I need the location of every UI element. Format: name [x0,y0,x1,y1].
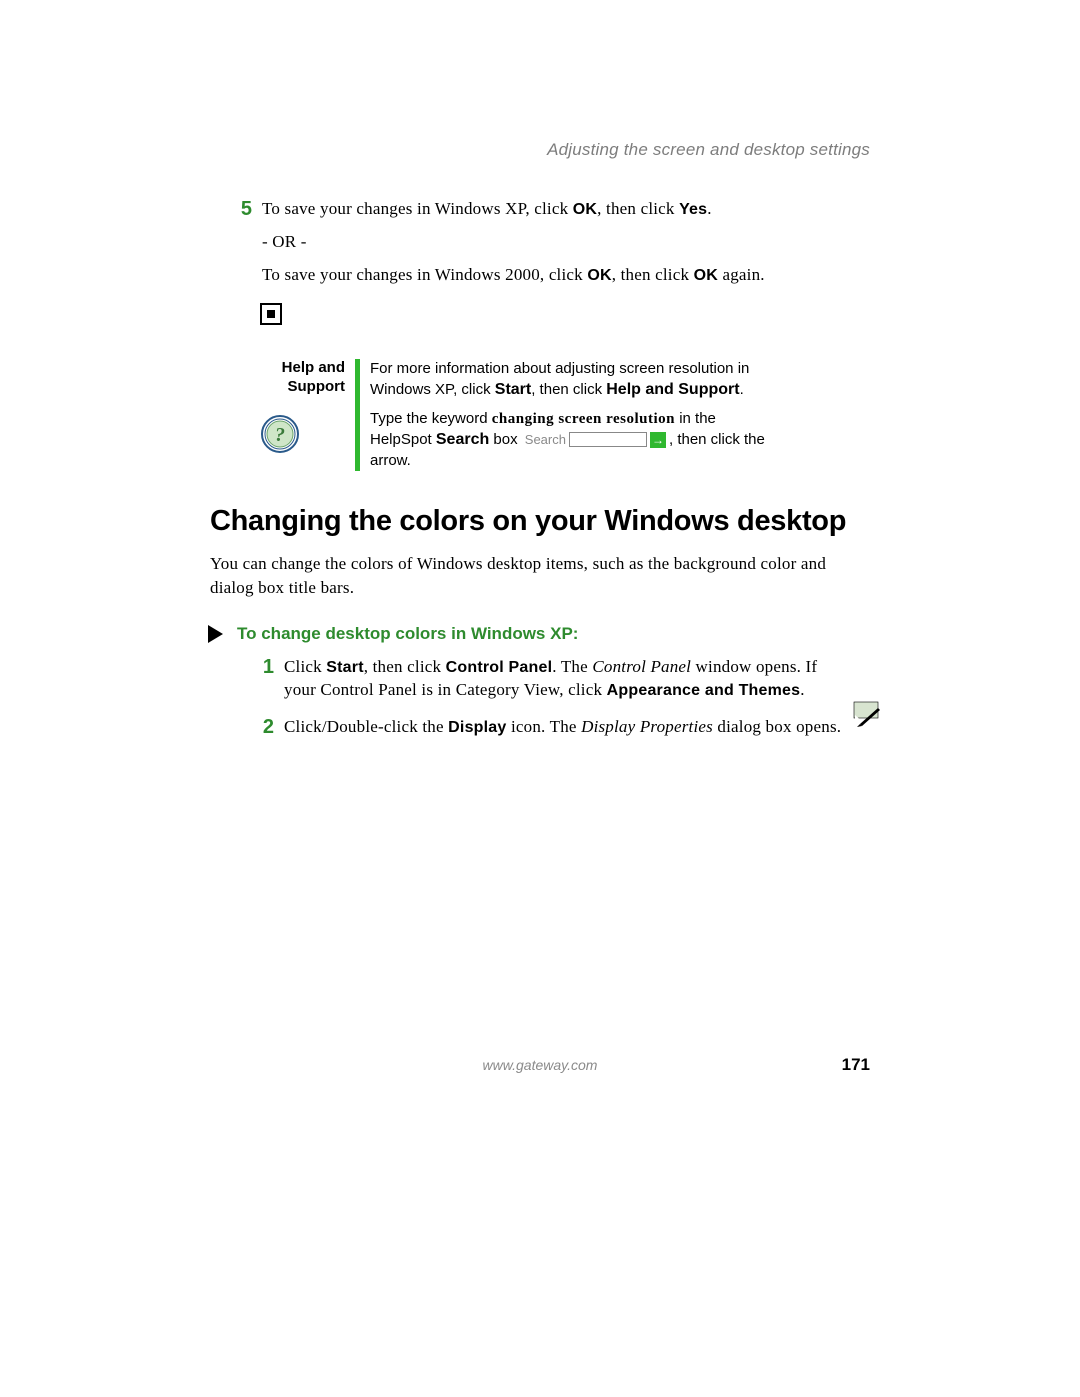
text: icon. The [507,717,582,736]
step-number: 2 [252,716,274,739]
search-widget: Search → [525,431,666,449]
step-body: Click/Double-click the Display icon. The… [284,716,844,739]
search-placeholder-label: Search [525,431,566,449]
text: , then click [364,657,446,676]
footer-url: www.gateway.com [483,1057,598,1073]
text: Type the keyword [370,410,492,427]
procedure-step-1: 1 Click Start, then click Control Panel.… [252,656,870,702]
start-label: Start [495,381,531,398]
page-number: 171 [810,1055,870,1075]
ok-label: OK [587,267,611,284]
text: . The [552,657,592,676]
help-paragraph-2: Type the keyword changing screen resolut… [370,409,770,471]
green-divider [355,359,360,471]
step-number: 5 [230,198,252,221]
svg-text:?: ? [275,424,285,446]
or-separator: - OR - [262,231,842,254]
text: . [707,199,711,218]
control-panel-label: Control Panel [446,659,553,676]
start-label: Start [326,659,363,676]
step-body: Click Start, then click Control Panel. T… [284,656,844,702]
annotation-pen-icon [852,700,882,728]
step-5: 5 To save your changes in Windows XP, cl… [230,198,870,287]
text: Help and [282,359,345,376]
text: Click/Double-click the [284,717,448,736]
search-go-arrow-icon[interactable]: → [650,432,666,448]
step-body: To save your changes in Windows XP, clic… [262,198,842,287]
section-header: Adjusting the screen and desktop setting… [210,140,870,160]
page-footer: www.gateway.com 171 [210,1055,870,1075]
yes-label: Yes [679,201,707,218]
text: To save your changes in Windows XP, clic… [262,199,573,218]
text: . [800,680,804,699]
help-label: Help and Support [260,359,345,397]
text: dialog box opens. [713,717,841,736]
intro-paragraph: You can change the colors of Windows des… [210,552,870,600]
ok-label: OK [694,267,718,284]
help-and-support-box: Help and Support ? For more information a… [260,359,870,471]
text: , then click [612,265,694,284]
procedure-arrow-icon [208,625,223,643]
appearance-themes-label: Appearance and Themes [607,682,801,699]
control-panel-italic: Control Panel [592,657,691,676]
search-label-bold: Search [436,431,489,448]
heading-changing-colors: Changing the colors on your Windows desk… [210,505,870,538]
procedure-title-row: To change desktop colors in Windows XP: [208,624,870,644]
help-paragraph-1: For more information about adjusting scr… [370,359,770,401]
display-properties-italic: Display Properties [581,717,713,736]
display-label: Display [448,719,506,736]
text: , then click [597,199,679,218]
text: Click [284,657,326,676]
search-input[interactable] [569,432,647,447]
step-number: 1 [252,656,274,679]
text: , then click [531,381,606,398]
text: again. [718,265,765,284]
procedure-title: To change desktop colors in Windows XP: [237,624,578,644]
procedure-step-2: 2 Click/Double-click the Display icon. T… [252,716,870,739]
text: Support [288,378,346,395]
keyword: changing screen resolution [492,411,675,427]
end-of-procedure-icon [260,303,282,325]
ok-label: OK [573,201,597,218]
text: . [740,381,744,398]
help-support-label: Help and Support [606,381,739,398]
text: box [489,431,522,448]
help-globe-icon: ? [260,414,345,454]
text: To save your changes in Windows 2000, cl… [262,265,587,284]
